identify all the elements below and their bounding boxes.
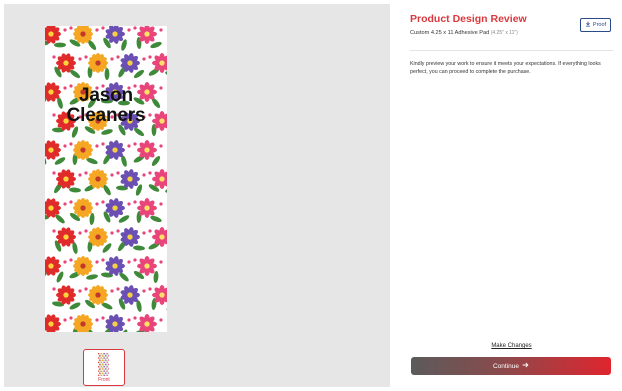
product-name: Custom 4.25 x 11 Adhesive Pad — [410, 30, 490, 36]
proof-label: Proof — [592, 22, 607, 28]
product-dimensions: (4.25" x 11") — [490, 30, 518, 36]
thumbnail-image — [98, 353, 109, 376]
proof-button[interactable]: Proof — [580, 18, 611, 32]
make-changes-link[interactable]: Make Changes — [410, 343, 613, 349]
review-note: Kindly preview your work to ensure it me… — [410, 61, 601, 75]
product-subtitle: Custom 4.25 x 11 Adhesive Pad (4.25" x 1… — [410, 30, 518, 36]
design-text-line-2: Cleaners — [66, 105, 146, 126]
download-icon — [585, 21, 591, 29]
design-text-line-1: Jason — [79, 85, 133, 106]
continue-button[interactable]: Continue — [411, 357, 611, 375]
continue-label: Continue — [492, 362, 520, 370]
thumbnail-label: Front — [98, 377, 110, 383]
floral-pattern — [45, 26, 167, 332]
design-preview-pane: Jason Cleaners Front — [4, 4, 390, 387]
thumbnail-front[interactable]: Front — [83, 349, 125, 386]
page-title: Product Design Review — [410, 13, 527, 25]
divider — [410, 50, 613, 51]
review-panel: Product Design Review Custom 4.25 x 11 A… — [410, 0, 616, 391]
arrow-right-icon — [522, 362, 529, 370]
design-canvas: Jason Cleaners — [45, 26, 167, 332]
